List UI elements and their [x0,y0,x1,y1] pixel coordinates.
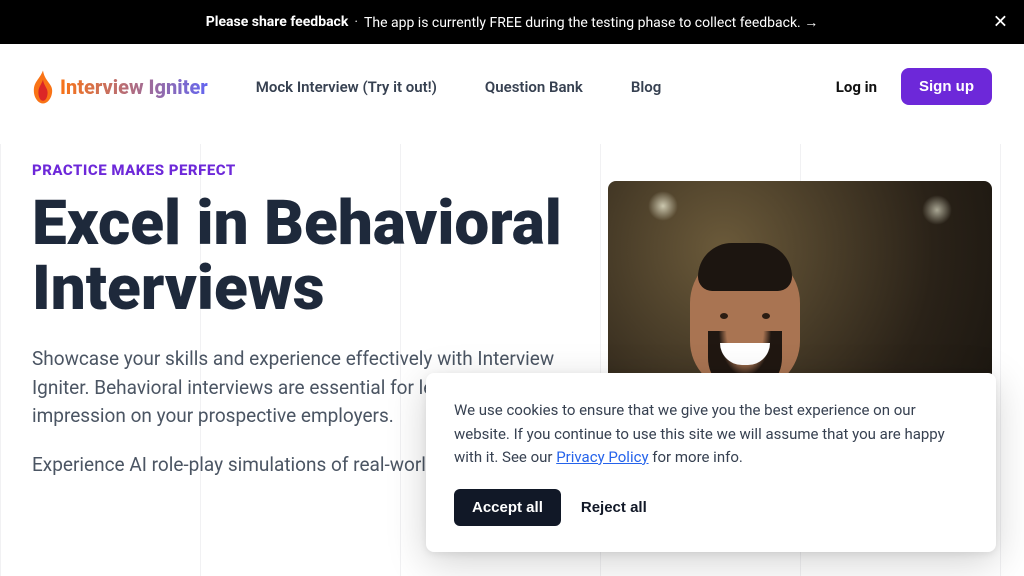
logo-text: Interview Igniter [60,75,208,99]
nav-links: Mock Interview (Try it out!) Question Ba… [256,78,788,96]
banner-separator: · [354,14,358,30]
flame-icon [32,70,54,104]
cookie-buttons: Accept all Reject all [454,489,968,526]
nav-link-question-bank[interactable]: Question Bank [485,78,583,96]
hero-title: Excel in Behavioral Interviews [32,191,568,321]
nav-link-blog[interactable]: Blog [631,78,661,96]
banner-text[interactable]: The app is currently FREE during the tes… [364,14,818,31]
privacy-policy-link[interactable]: Privacy Policy [556,448,648,466]
accept-all-button[interactable]: Accept all [454,489,561,526]
logo[interactable]: Interview Igniter [32,70,208,104]
banner-bold-text: Please share feedback [206,14,349,30]
signup-button[interactable]: Sign up [901,68,992,105]
cookie-consent: We use cookies to ensure that we give yo… [426,373,996,552]
reject-all-button[interactable]: Reject all [581,499,647,516]
top-nav: Interview Igniter Mock Interview (Try it… [0,44,1024,129]
hero-eyebrow: PRACTICE MAKES PERFECT [32,161,568,179]
nav-link-mock-interview[interactable]: Mock Interview (Try it out!) [256,78,437,96]
close-icon[interactable]: ✕ [993,12,1008,33]
nav-right: Log in Sign up [836,68,992,105]
login-link[interactable]: Log in [836,78,877,96]
feedback-banner: Please share feedback · The app is curre… [0,0,1024,44]
cookie-text-suffix: for more info. [652,448,743,466]
